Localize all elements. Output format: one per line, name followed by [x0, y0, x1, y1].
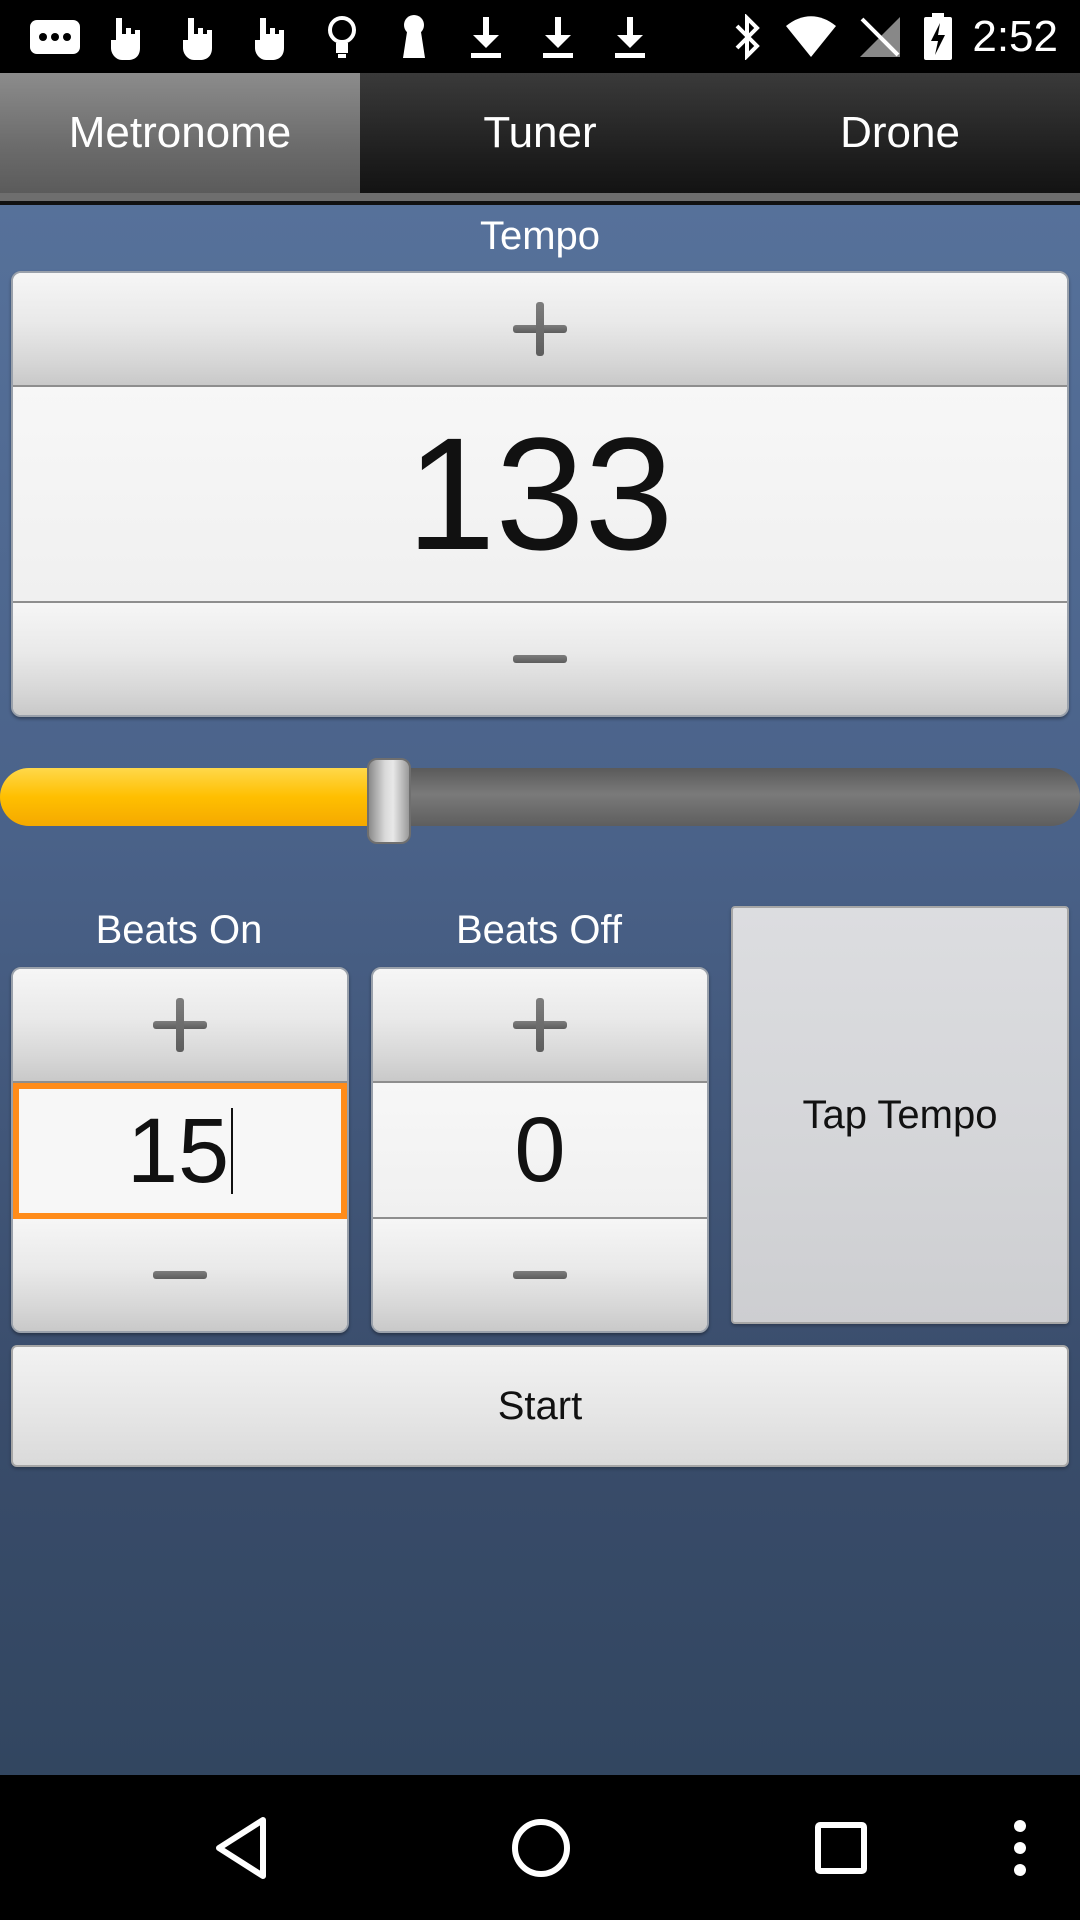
beats-off-value[interactable]: 0: [373, 1083, 707, 1217]
tempo-label: Tempo: [479, 214, 601, 258]
minus-icon: [153, 1271, 207, 1279]
home-icon[interactable]: [496, 1775, 586, 1920]
minus-icon: [513, 1271, 567, 1279]
beats-on-stepper: 15: [11, 967, 349, 1333]
tab-drone[interactable]: Drone: [720, 73, 1080, 193]
tempo-value[interactable]: 133: [13, 387, 1067, 601]
tempo-decrease-button[interactable]: [13, 603, 1067, 715]
wifi-icon: [782, 14, 840, 60]
hand-icon: [102, 14, 146, 60]
status-bar: 2:52: [0, 0, 1080, 73]
tab-bar: Metronome Tuner Drone: [0, 73, 1080, 205]
download-icon: [466, 14, 506, 60]
tab-tuner[interactable]: Tuner: [360, 73, 720, 193]
navigation-bar: [0, 1775, 1080, 1920]
beats-on-value: 15: [126, 1099, 230, 1202]
clock-time: 2:52: [972, 12, 1058, 61]
plus-icon: [513, 998, 567, 1052]
start-button[interactable]: Start: [11, 1345, 1069, 1467]
tempo-slider-fill: [0, 768, 389, 826]
beats-on-increase-button[interactable]: [13, 969, 347, 1081]
no-signal-icon: [856, 14, 904, 60]
tab-metronome[interactable]: Metronome: [0, 73, 360, 193]
more-icon: [28, 14, 82, 60]
tap-tempo-button[interactable]: Tap Tempo: [731, 906, 1069, 1324]
beats-off-label: Beats Off: [455, 908, 622, 952]
bluetooth-icon: [728, 14, 768, 60]
lightbulb-icon: [322, 14, 362, 60]
beats-on-label: Beats On: [95, 908, 263, 952]
tab-underline: [0, 193, 1080, 201]
hand-icon: [174, 14, 218, 60]
beats-on-input[interactable]: 15: [13, 1083, 347, 1219]
download-icon: [538, 14, 578, 60]
beats-off-decrease-button[interactable]: [373, 1219, 707, 1331]
beats-on-decrease-button[interactable]: [13, 1219, 347, 1331]
hand-icon: [246, 14, 290, 60]
plus-icon: [513, 302, 567, 356]
text-cursor: [231, 1108, 234, 1194]
download-icon: [610, 14, 650, 60]
plus-icon: [153, 998, 207, 1052]
beats-off-stepper: 0: [371, 967, 709, 1333]
beats-off-increase-button[interactable]: [373, 969, 707, 1081]
tempo-slider-thumb[interactable]: [367, 758, 411, 844]
overflow-menu-icon[interactable]: [990, 1775, 1050, 1920]
keyhole-icon: [394, 14, 434, 60]
recents-icon[interactable]: [796, 1775, 886, 1920]
back-icon[interactable]: [196, 1775, 286, 1920]
battery-charging-icon: [920, 13, 956, 60]
tempo-increase-button[interactable]: [13, 273, 1067, 385]
minus-icon: [513, 655, 567, 663]
tempo-stepper: 133: [11, 271, 1069, 717]
metronome-panel: Tempo 133 Beats On 15 Beats Off 0 Tap Te…: [0, 205, 1080, 1775]
